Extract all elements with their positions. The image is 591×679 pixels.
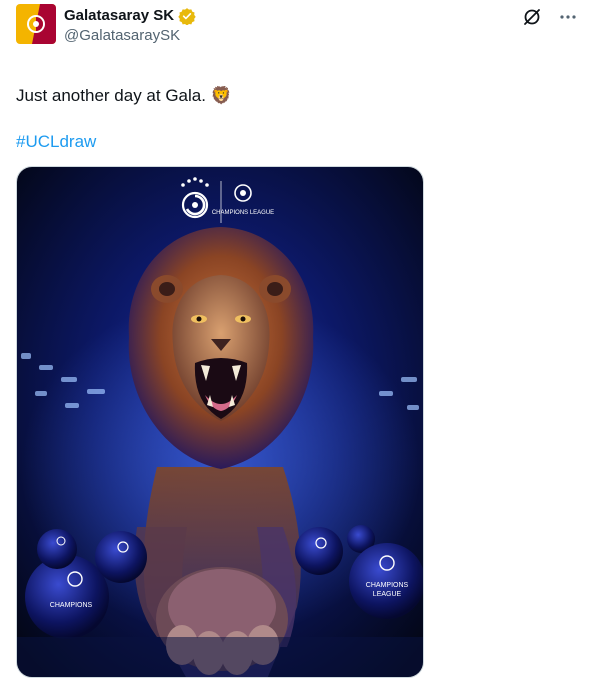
ucl-ball-right-mid bbox=[295, 527, 343, 575]
champions-league-logo-text: CHAMPIONS LEAGUE bbox=[212, 210, 274, 216]
post-actions bbox=[521, 6, 579, 28]
ball-left-text: CHAMPIONS bbox=[50, 602, 93, 609]
hashtag-link[interactable]: #UCLdraw bbox=[16, 130, 96, 154]
post-image[interactable]: CHAMPIONS LEAGUE CHAMPIONS CHAMPIONS LEA… bbox=[16, 166, 424, 678]
ucl-ball-right-large: CHAMPIONS LEAGUE bbox=[349, 543, 423, 619]
ucl-ball-left-large: CHAMPIONS bbox=[25, 555, 109, 639]
ucl-ball-left-mid bbox=[95, 531, 147, 583]
more-dots-icon[interactable] bbox=[557, 6, 579, 28]
post-header: Galatasaray SK @GalatasaraySK bbox=[16, 2, 579, 50]
account-handle[interactable]: @GalatasaraySK bbox=[64, 26, 196, 46]
ball-right-text-2: LEAGUE bbox=[373, 591, 402, 598]
display-name-text[interactable]: Galatasaray SK bbox=[64, 6, 174, 26]
ucl-ball-left-back bbox=[37, 529, 77, 569]
ball-right-text-1: CHAMPIONS bbox=[366, 582, 409, 589]
verified-badge-icon bbox=[178, 7, 196, 26]
account-names: Galatasaray SK @GalatasaraySK bbox=[64, 6, 196, 46]
avatar[interactable] bbox=[16, 4, 56, 44]
display-name[interactable]: Galatasaray SK bbox=[64, 6, 196, 26]
post-text: Just another day at Gala. 🦁 bbox=[16, 86, 232, 105]
grok-slash-icon[interactable] bbox=[521, 6, 543, 28]
